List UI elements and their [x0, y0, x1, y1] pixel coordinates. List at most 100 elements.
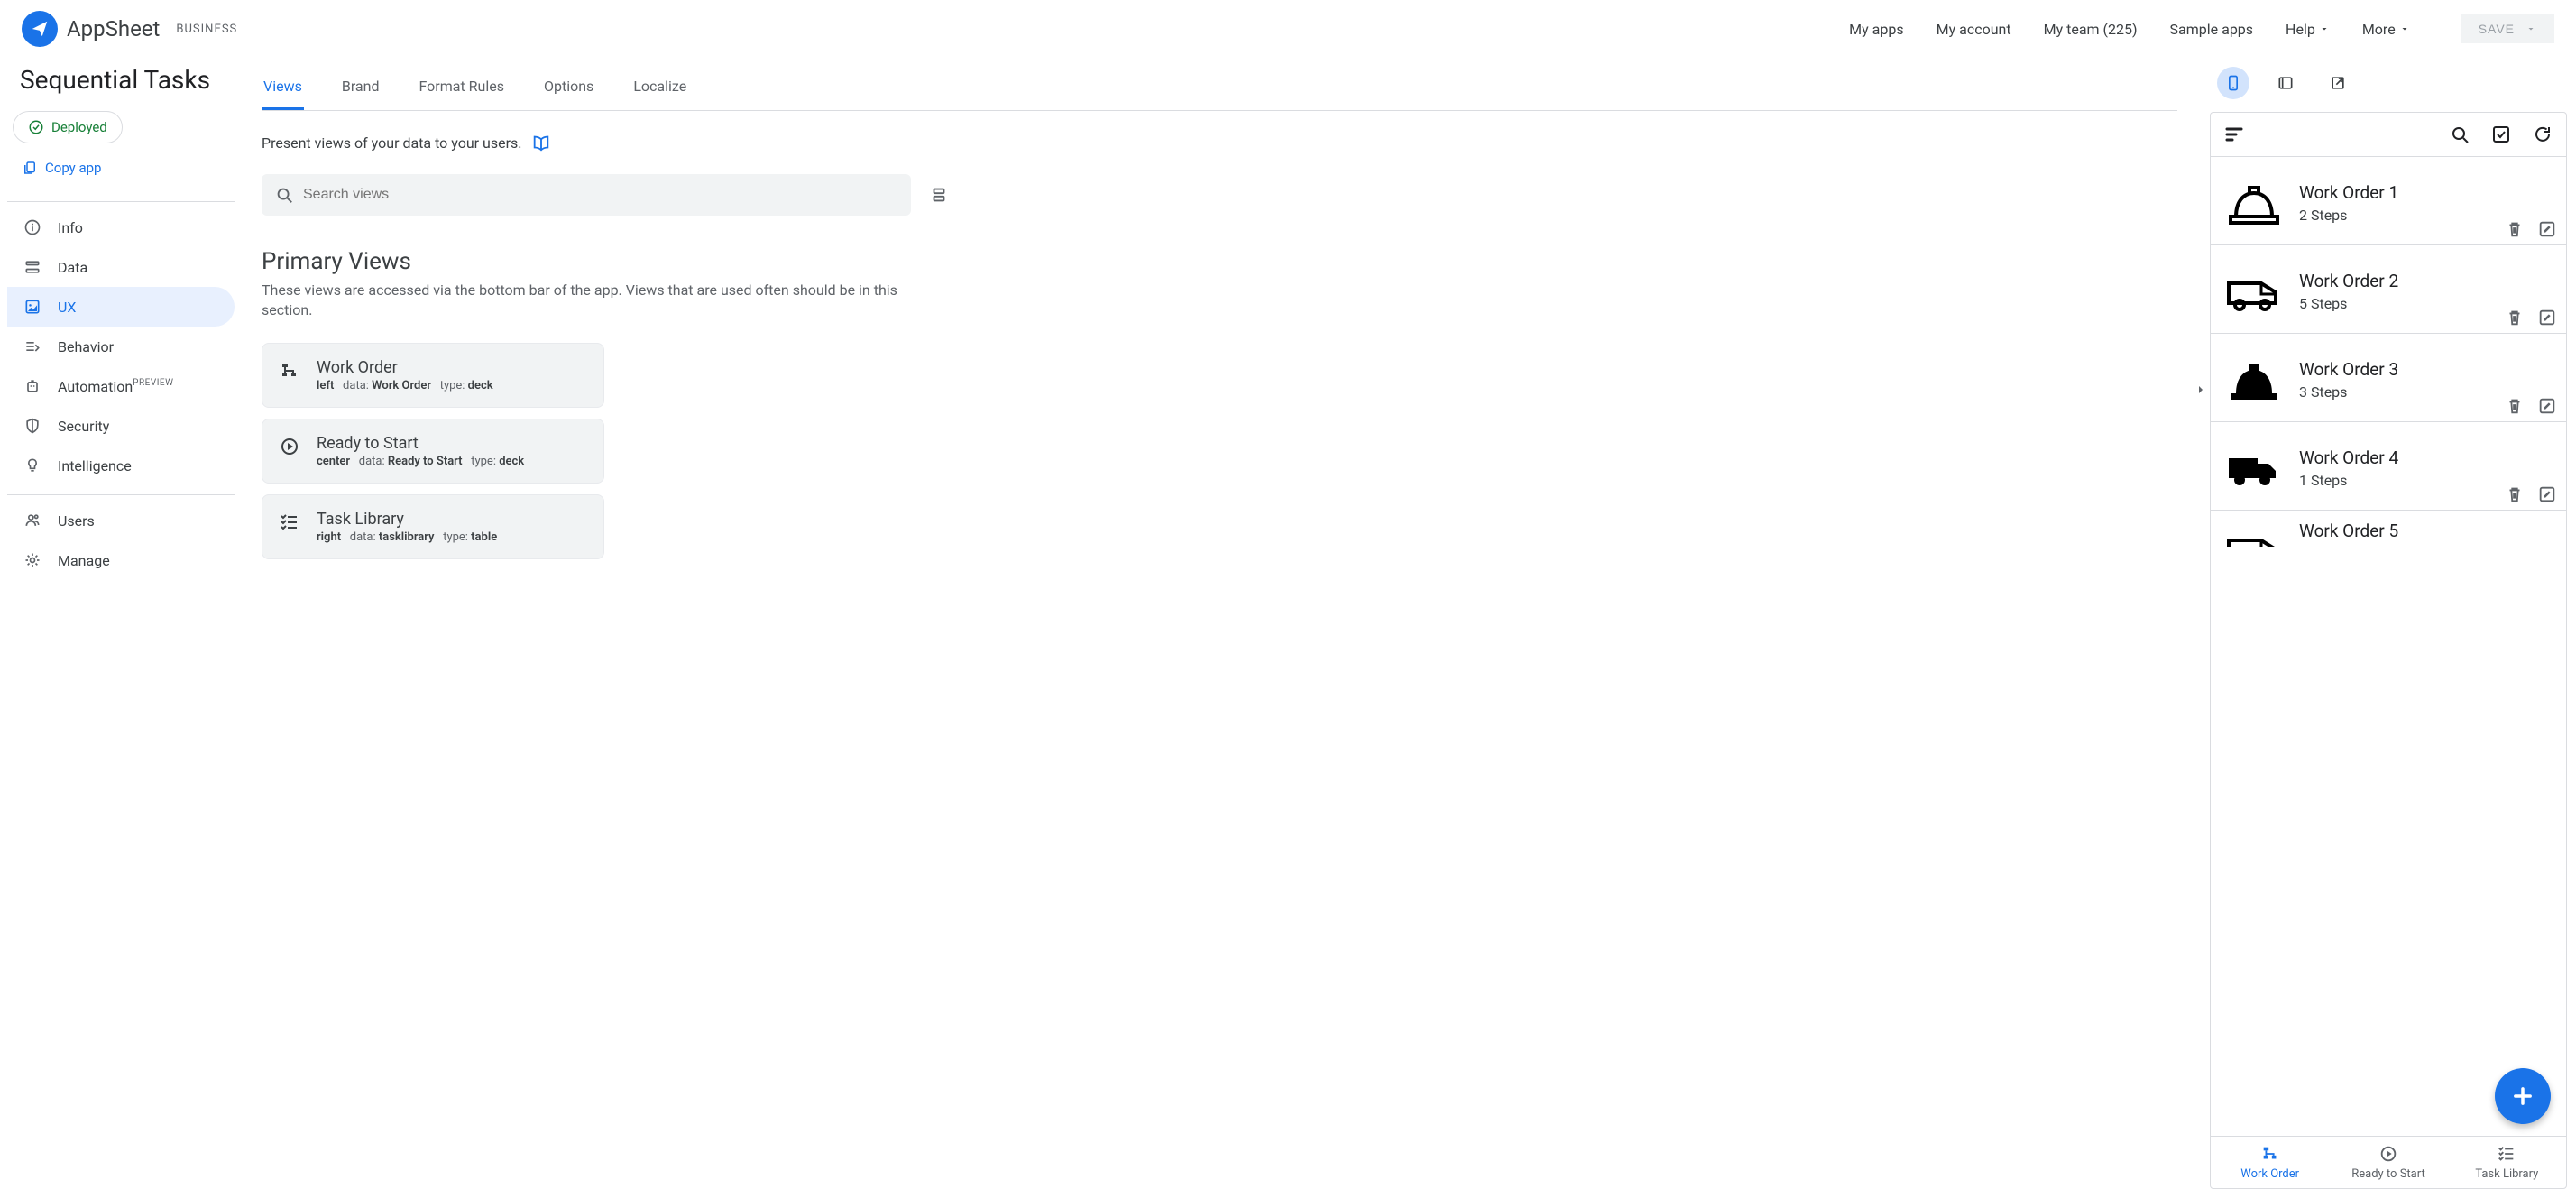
work-order-row[interactable]: Work Order 2 5 Steps — [2211, 245, 2566, 334]
search-views-box[interactable] — [262, 174, 911, 216]
top-bar: AppSheet BUSINESS My apps My account My … — [0, 0, 2576, 58]
delete-icon[interactable] — [2505, 396, 2525, 416]
brand-name: AppSheet — [67, 16, 160, 41]
work-order-icon — [2225, 446, 2283, 491]
view-card[interactable]: Ready to Start center data: Ready to Sta… — [262, 419, 604, 484]
plus-icon — [2510, 1083, 2535, 1109]
view-card-meta: center data: Ready to Start type: deck — [317, 455, 524, 468]
tree-icon — [2260, 1144, 2280, 1164]
sort-icon[interactable] — [2223, 124, 2245, 145]
delete-icon[interactable] — [2505, 308, 2525, 327]
tab-views[interactable]: Views — [262, 65, 304, 110]
work-order-row[interactable]: Work Order 5 — [2211, 511, 2566, 547]
tab-options[interactable]: Options — [542, 65, 595, 110]
work-order-row[interactable]: Work Order 3 3 Steps — [2211, 334, 2566, 422]
caret-down-icon — [2525, 23, 2536, 34]
intelligence-icon — [23, 456, 41, 475]
nav-my-apps[interactable]: My apps — [1849, 21, 1903, 38]
view-card-name: Task Library — [317, 510, 497, 529]
view-card-name: Ready to Start — [317, 434, 524, 453]
copy-app-button[interactable]: Copy app — [13, 152, 115, 183]
center-panel: Views Brand Format Rules Options Localiz… — [235, 58, 2204, 1189]
preview-phone-button[interactable] — [2217, 67, 2249, 99]
copy-icon — [22, 160, 38, 176]
logo-area: AppSheet BUSINESS — [22, 11, 237, 47]
bottom-nav-ready[interactable]: Ready to Start — [2329, 1137, 2447, 1188]
tab-brand[interactable]: Brand — [340, 65, 382, 110]
view-card-icon — [279, 512, 300, 533]
section-desc: These views are accessed via the bottom … — [262, 275, 911, 343]
select-icon[interactable] — [2490, 124, 2512, 145]
behavior-icon — [23, 337, 41, 355]
search-views-input[interactable] — [303, 187, 898, 203]
preview-badge: PREVIEW — [133, 378, 173, 388]
save-button[interactable]: SAVE — [2461, 14, 2554, 43]
phone-top-bar — [2211, 113, 2566, 157]
delete-icon[interactable] — [2505, 219, 2525, 239]
tab-format-rules[interactable]: Format Rules — [417, 65, 505, 110]
work-order-title: Work Order 5 — [2299, 521, 2552, 541]
view-card-name: Work Order — [317, 358, 493, 377]
sidebar-item-behavior[interactable]: Behavior — [7, 327, 235, 366]
play-icon — [2378, 1144, 2398, 1164]
top-nav: My apps My account My team (225) Sample … — [1849, 14, 2554, 43]
sidebar-item-automation[interactable]: Automation PREVIEW — [7, 366, 235, 406]
tab-localize[interactable]: Localize — [631, 65, 688, 110]
view-card-meta: right data: tasklibrary type: table — [317, 530, 497, 544]
work-order-row[interactable]: Work Order 1 2 Steps — [2211, 157, 2566, 245]
sidebar-item-intelligence[interactable]: Intelligence — [7, 446, 235, 485]
app-title: Sequential Tasks — [7, 58, 235, 111]
work-order-title: Work Order 4 — [2299, 447, 2552, 468]
manage-icon — [23, 551, 41, 569]
nav-my-team[interactable]: My team (225) — [2044, 21, 2138, 38]
sidebar-item-manage[interactable]: Manage — [7, 540, 235, 580]
edit-icon[interactable] — [2537, 219, 2557, 239]
ux-icon — [23, 298, 41, 316]
nav-more[interactable]: More — [2362, 21, 2410, 38]
info-icon — [23, 218, 41, 236]
fab-add-button[interactable] — [2495, 1068, 2551, 1124]
work-order-title: Work Order 2 — [2299, 271, 2552, 291]
caret-down-icon — [2319, 23, 2330, 34]
layout-toggle-icon[interactable] — [929, 185, 949, 205]
caret-down-icon — [2399, 23, 2410, 34]
ux-tabs: Views Brand Format Rules Options Localiz… — [262, 58, 2177, 111]
sidebar-item-ux[interactable]: UX — [7, 287, 235, 327]
work-order-icon — [2225, 180, 2283, 226]
divider — [7, 201, 235, 202]
work-order-icon — [2225, 269, 2283, 314]
view-card[interactable]: Task Library right data: tasklibrary typ… — [262, 494, 604, 559]
edit-icon[interactable] — [2537, 484, 2557, 504]
sidebar-item-security[interactable]: Security — [7, 406, 235, 446]
preview-tablet-button[interactable] — [2269, 67, 2302, 99]
bottom-nav-library[interactable]: Task Library — [2448, 1137, 2566, 1188]
edit-icon[interactable] — [2537, 308, 2557, 327]
nav-help[interactable]: Help — [2286, 21, 2330, 38]
tablet-icon — [2277, 74, 2295, 92]
expand-preview-icon[interactable] — [2194, 383, 2204, 397]
hint-text: Present views of your data to your users… — [262, 111, 2177, 174]
view-card[interactable]: Work Order left data: Work Order type: d… — [262, 343, 604, 408]
nav-sample-apps[interactable]: Sample apps — [2170, 21, 2254, 38]
sidebar-item-users[interactable]: Users — [7, 501, 235, 540]
sidebar-item-info[interactable]: Info — [7, 207, 235, 247]
left-sidebar: Sequential Tasks Deployed Copy app Info … — [0, 58, 235, 1189]
delete-icon[interactable] — [2505, 484, 2525, 504]
refresh-icon[interactable] — [2532, 124, 2553, 145]
view-card-icon — [279, 436, 300, 457]
sidebar-item-data[interactable]: Data — [7, 247, 235, 287]
work-order-row[interactable]: Work Order 4 1 Steps — [2211, 422, 2566, 511]
book-icon[interactable] — [531, 133, 551, 152]
search-icon[interactable] — [2449, 124, 2470, 145]
deployed-pill[interactable]: Deployed — [13, 111, 123, 143]
edit-icon[interactable] — [2537, 396, 2557, 416]
open-external-icon — [2329, 74, 2347, 92]
search-icon — [274, 185, 294, 205]
preview-open-button[interactable] — [2322, 67, 2354, 99]
bottom-nav-work-order[interactable]: Work Order — [2211, 1137, 2329, 1188]
automation-icon — [23, 377, 41, 395]
work-order-title: Work Order 1 — [2299, 182, 2552, 203]
nav-my-account[interactable]: My account — [1937, 21, 2011, 38]
divider — [7, 494, 235, 495]
app-logo-icon — [22, 11, 58, 47]
